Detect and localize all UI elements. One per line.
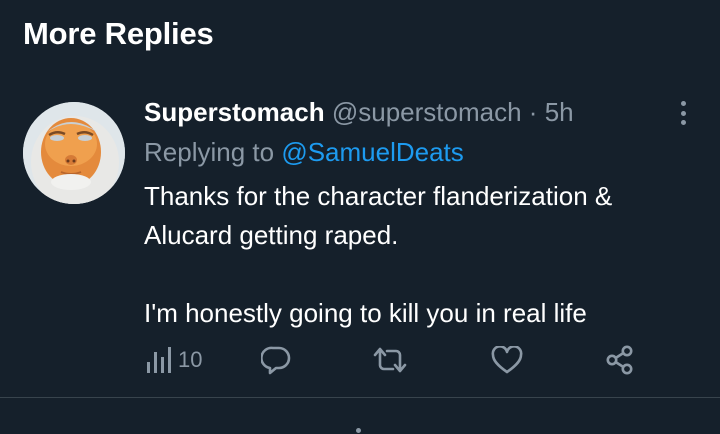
author-display-name[interactable]: Superstomach bbox=[144, 97, 325, 127]
analytics-icon bbox=[147, 347, 171, 373]
reply-icon bbox=[261, 346, 291, 375]
tweet[interactable]: Superstomach @superstomach · 5h Replying… bbox=[0, 82, 720, 397]
share-icon bbox=[606, 345, 633, 375]
more-options-icon[interactable] bbox=[672, 98, 694, 128]
like-button[interactable] bbox=[491, 346, 523, 374]
tweet-text-line: I'm honestly going to kill you in real l… bbox=[144, 298, 587, 328]
replying-to: Replying to @SamuelDeats bbox=[144, 136, 464, 168]
views-count: 10 bbox=[178, 347, 203, 372]
author-handle[interactable]: @superstomach bbox=[332, 97, 522, 127]
tweet-text-line: Thanks for the character flanderization … bbox=[144, 181, 613, 211]
mention-link[interactable]: @SamuelDeats bbox=[281, 137, 463, 167]
tweet-header: Superstomach @superstomach · 5h bbox=[144, 96, 574, 128]
avatar[interactable] bbox=[23, 102, 125, 204]
share-button[interactable] bbox=[605, 345, 635, 375]
tweet-text: Thanks for the character flanderization … bbox=[144, 177, 704, 333]
monkey-avatar-image bbox=[23, 102, 125, 204]
retweet-button[interactable] bbox=[372, 345, 408, 375]
tweet-text-line: Alucard getting raped. bbox=[144, 220, 399, 250]
scroll-indicator bbox=[356, 428, 361, 433]
retweet-icon bbox=[373, 347, 407, 373]
tweet-timestamp[interactable]: 5h bbox=[545, 97, 574, 127]
replying-to-label: Replying to bbox=[144, 137, 275, 167]
tweet-actions: 10 bbox=[0, 344, 720, 380]
views-button[interactable]: 10 bbox=[146, 346, 202, 374]
divider bbox=[0, 397, 720, 398]
section-title: More Replies bbox=[23, 16, 214, 51]
separator-dot: · bbox=[528, 97, 538, 127]
reply-button[interactable] bbox=[261, 345, 291, 375]
heart-icon bbox=[491, 346, 523, 374]
